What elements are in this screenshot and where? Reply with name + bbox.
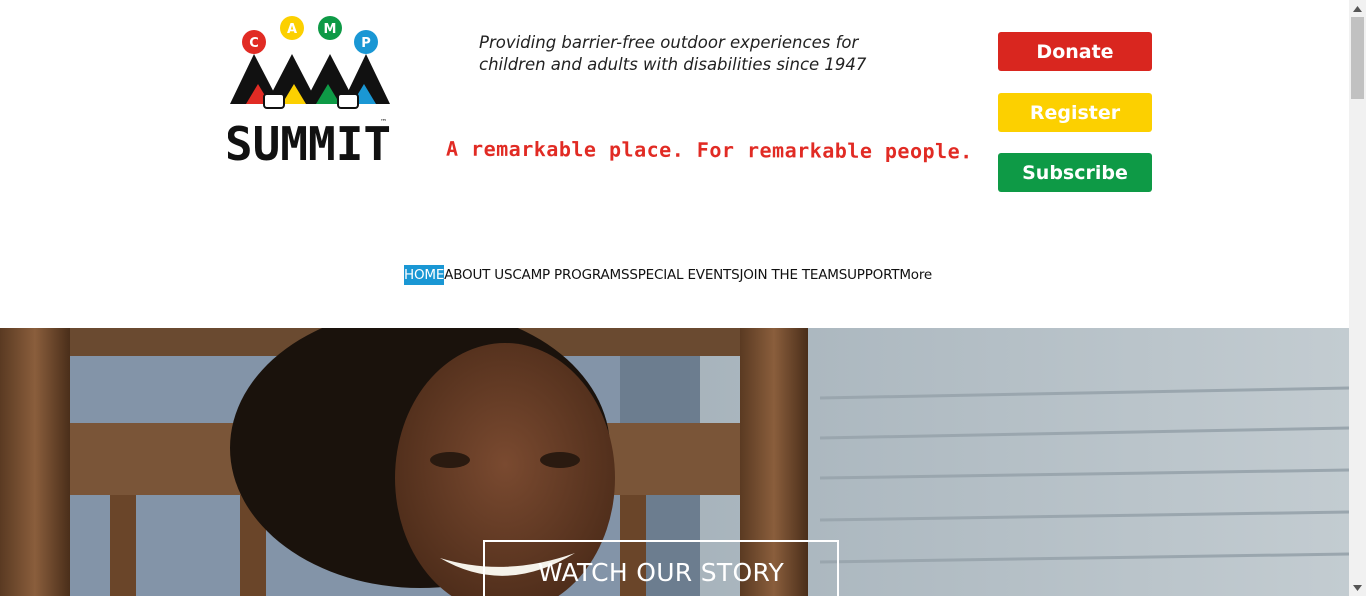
logo-trademark: ™ [380,118,387,126]
watch-our-story-button[interactable]: WATCH OUR STORY [483,540,839,596]
nav-item-about-us[interactable]: ABOUT US [444,265,512,285]
logo-letter-c: C [249,36,259,51]
header-tagline: Providing barrier-free outdoor experienc… [479,33,867,74]
nav-item-more[interactable]: More [899,265,932,285]
subscribe-button[interactable]: Subscribe [998,153,1152,192]
nav-item-home[interactable]: HOME [404,265,444,285]
camp-summit-logo[interactable]: C A M P SUMMIT ™ [228,14,392,170]
scroll-down-arrow-icon[interactable] [1349,579,1366,596]
scrollbar-thumb[interactable] [1351,17,1364,99]
register-button[interactable]: Register [998,93,1152,132]
logo-letter-m: M [324,22,337,37]
scroll-up-arrow-icon[interactable] [1349,0,1366,17]
nav-item-join-the-team[interactable]: JOIN THE TEAM [739,265,838,285]
nav-item-support[interactable]: SUPPORT [839,265,900,285]
nav-item-special-events[interactable]: SPECIAL EVENTS [629,265,739,285]
header-slogan: A remarkable place. For remarkable peopl… [445,136,973,164]
logo-wordmark: SUMMIT [228,117,391,170]
page: C A M P SUMMIT ™ Providing barrier-free … [0,0,1349,596]
main-nav: HOME ABOUT US CAMP PROGRAMS SPECIAL EVEN… [404,265,932,285]
donate-button[interactable]: Donate [998,32,1152,71]
nav-item-camp-programs[interactable]: CAMP PROGRAMS [512,265,629,285]
logo-letter-a: A [287,22,297,37]
logo-letter-p: P [361,36,371,51]
